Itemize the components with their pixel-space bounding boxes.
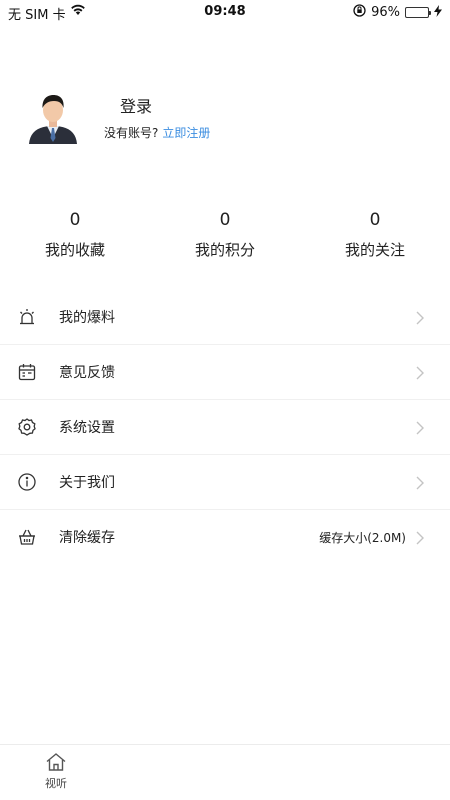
info-icon — [17, 472, 37, 492]
siren-icon — [17, 307, 37, 327]
tab-home[interactable]: 视听 — [38, 751, 74, 791]
chevron-right-icon — [416, 310, 424, 325]
signup-prompt: 没有账号? 立即注册 — [104, 124, 210, 141]
status-bar: 无 SIM 卡 09:48 96% — [0, 0, 450, 24]
menu-item-about-us[interactable]: 关于我们 — [0, 455, 450, 510]
stat-label: 我的收藏 — [44, 241, 105, 259]
basket-icon — [17, 527, 37, 547]
cache-size: 缓存大小(2.0M) — [319, 530, 406, 545]
menu-label: 关于我们 — [59, 475, 115, 491]
menu-item-clear-cache[interactable]: 清除缓存 缓存大小(2.0M) — [0, 510, 450, 564]
settings-menu: 我的爆料 意见反馈 系统设置 关于我们 清除缓存 缓存大小(2.0M) — [0, 290, 450, 564]
menu-item-my-reports[interactable]: 我的爆料 — [0, 290, 450, 345]
stat-label: 我的积分 — [194, 241, 255, 259]
stat-value: 0 — [219, 210, 231, 230]
stat-points[interactable]: 0 我的积分 — [150, 210, 300, 260]
stat-following[interactable]: 0 我的关注 — [300, 210, 450, 260]
gear-icon — [17, 417, 37, 437]
orientation-lock-icon — [353, 4, 366, 21]
menu-label: 系统设置 — [59, 420, 115, 436]
avatar[interactable] — [24, 88, 82, 146]
calendar-icon — [17, 362, 37, 382]
home-icon — [45, 751, 67, 773]
charging-icon — [434, 4, 442, 21]
register-link[interactable]: 立即注册 — [162, 126, 210, 140]
tab-bar: 视听 — [0, 744, 450, 800]
menu-label: 我的爆料 — [59, 310, 115, 326]
chevron-right-icon — [416, 530, 424, 545]
menu-label: 意见反馈 — [59, 365, 115, 381]
chevron-right-icon — [416, 365, 424, 380]
stat-value: 0 — [69, 210, 81, 230]
stat-value: 0 — [369, 210, 381, 230]
login-title[interactable]: 登录 — [120, 93, 152, 117]
battery-percent: 96% — [371, 5, 400, 20]
chevron-right-icon — [416, 420, 424, 435]
battery-icon — [405, 7, 431, 18]
stat-favorites[interactable]: 0 我的收藏 — [0, 210, 150, 260]
stats-row: 0 我的收藏 0 我的积分 0 我的关注 — [0, 210, 450, 260]
menu-item-system-settings[interactable]: 系统设置 — [0, 400, 450, 455]
tab-label: 视听 — [45, 777, 67, 790]
profile-page: 无 SIM 卡 09:48 96% 登录 没有账号? 立即注册 0 我的收藏 0… — [0, 0, 450, 800]
user-avatar-icon — [29, 95, 77, 144]
profile-header: 登录 没有账号? 立即注册 — [24, 88, 424, 148]
menu-label: 清除缓存 — [59, 530, 115, 546]
stat-label: 我的关注 — [344, 241, 405, 259]
no-account-text: 没有账号? — [104, 126, 159, 140]
menu-item-feedback[interactable]: 意见反馈 — [0, 345, 450, 400]
chevron-right-icon — [416, 475, 424, 490]
